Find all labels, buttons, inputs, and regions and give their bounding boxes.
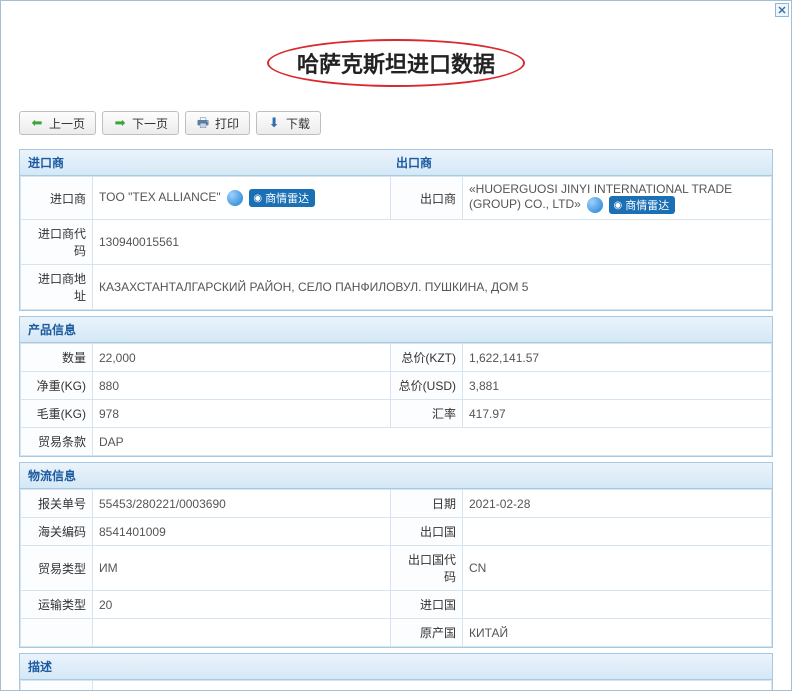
table-row: 进口商 TOO "TEX ALLIANCE" 商情雷达 出口商 «HUOERGU… [21, 177, 772, 220]
label-terms: 贸易条款 [21, 428, 93, 456]
logistics-header: 物流信息 [28, 467, 764, 484]
label-hs-code: 海关编码 [21, 518, 93, 546]
table-row: 净重(KG) 880 总价(USD) 3,881 [21, 372, 772, 400]
globe-icon[interactable] [587, 197, 603, 213]
label-importer: 进口商 [21, 177, 93, 220]
parties-panel-header: 进口商 出口商 [20, 150, 772, 176]
value-transport-type: 20 [93, 591, 391, 619]
label-qty: 数量 [21, 344, 93, 372]
toolbar: ⬅ 上一页 ➡ 下一页 🖶 打印 ⬇ 下载 [19, 111, 773, 135]
label-total-usd: 总价(USD) [391, 372, 463, 400]
table-row: 数量 22,000 总价(KZT) 1,622,141.57 [21, 344, 772, 372]
importer-header: 进口商 [28, 154, 396, 171]
logistics-panel: 物流信息 报关单号 55453/280221/0003690 日期 2021-0… [19, 462, 773, 648]
value-exporter: «HUOERGUOSI JINYI INTERNATIONAL TRADE (G… [463, 177, 772, 220]
table-row: 报关单号 55453/280221/0003690 日期 2021-02-28 [21, 490, 772, 518]
label-prod-desc: 产品描述 [21, 681, 93, 691]
exporter-header: 出口商 [396, 154, 764, 171]
value-trade-type: ИМ [93, 546, 391, 591]
button-label: 打印 [215, 115, 239, 132]
table-row: 原产国 КИТАЙ [21, 619, 772, 647]
table-row: 贸易类型 ИМ 出口国代码 CN [21, 546, 772, 591]
table-row: 进口商代码 130940015561 [21, 220, 772, 265]
detail-window: 哈萨克斯坦进口数据 ⬅ 上一页 ➡ 下一页 🖶 打印 ⬇ 下载 进口商 [0, 0, 792, 691]
label-exporter: 出口商 [391, 177, 463, 220]
description-panel-header: 描述 [20, 654, 772, 680]
parties-table: 进口商 TOO "TEX ALLIANCE" 商情雷达 出口商 «HUOERGU… [20, 176, 772, 310]
table-row: 贸易条款 DAP [21, 428, 772, 456]
close-icon[interactable] [775, 3, 789, 17]
value-total-usd: 3,881 [463, 372, 772, 400]
table-row: 产品描述 Диоды, транзисторы и аналогичные по… [21, 681, 772, 691]
value-importer-code: 130940015561 [93, 220, 772, 265]
radar-badge[interactable]: 商情雷达 [249, 189, 315, 207]
product-header: 产品信息 [28, 321, 764, 338]
value-qty: 22,000 [93, 344, 391, 372]
table-row: 运输类型 20 进口国 [21, 591, 772, 619]
value-export-country-code: CN [463, 546, 772, 591]
value-rate: 417.97 [463, 400, 772, 428]
prev-page-button[interactable]: ⬅ 上一页 [19, 111, 96, 135]
label-origin-country: 原产国 [391, 619, 463, 647]
page-title-wrap: 哈萨克斯坦进口数据 [19, 39, 773, 87]
label-trade-type: 贸易类型 [21, 546, 93, 591]
label-date: 日期 [391, 490, 463, 518]
value-net: 880 [93, 372, 391, 400]
table-row: 进口商地址 КАЗАХСТАНТАЛГАРСКИЙ РАЙОН, СЕЛО ПА… [21, 265, 772, 310]
value-gross: 978 [93, 400, 391, 428]
description-header: 描述 [28, 658, 764, 675]
label-empty [21, 619, 93, 647]
arrow-right-icon: ➡ [113, 116, 127, 130]
value-total-kzt: 1,622,141.57 [463, 344, 772, 372]
table-row: 海关编码 8541401009 出口国 [21, 518, 772, 546]
content-area: 哈萨克斯坦进口数据 ⬅ 上一页 ➡ 下一页 🖶 打印 ⬇ 下载 进口商 [1, 1, 791, 691]
print-button[interactable]: 🖶 打印 [185, 111, 250, 135]
radar-badge[interactable]: 商情雷达 [609, 196, 675, 214]
radar-label: 商情雷达 [625, 197, 669, 213]
label-transport-type: 运输类型 [21, 591, 93, 619]
download-button[interactable]: ⬇ 下载 [256, 111, 321, 135]
parties-panel: 进口商 出口商 进口商 TOO "TEX ALLIANCE" 商情雷达 出口商 … [19, 149, 773, 311]
logistics-panel-header: 物流信息 [20, 463, 772, 489]
value-import-country [463, 591, 772, 619]
importer-name: TOO "TEX ALLIANCE" [99, 190, 221, 204]
value-empty [93, 619, 391, 647]
logistics-table: 报关单号 55453/280221/0003690 日期 2021-02-28 … [20, 489, 772, 647]
description-panel: 描述 产品描述 Диоды, транзисторы и аналогичные… [19, 653, 773, 691]
next-page-button[interactable]: ➡ 下一页 [102, 111, 179, 135]
value-export-country [463, 518, 772, 546]
globe-icon[interactable] [227, 190, 243, 206]
label-import-country: 进口国 [391, 591, 463, 619]
label-total-kzt: 总价(KZT) [391, 344, 463, 372]
button-label: 下一页 [132, 115, 168, 132]
product-panel-header: 产品信息 [20, 317, 772, 343]
download-icon: ⬇ [267, 116, 281, 130]
table-row: 毛重(KG) 978 汇率 417.97 [21, 400, 772, 428]
label-gross: 毛重(KG) [21, 400, 93, 428]
value-importer: TOO "TEX ALLIANCE" 商情雷达 [93, 177, 391, 220]
page-title: 哈萨克斯坦进口数据 [267, 39, 525, 87]
label-rate: 汇率 [391, 400, 463, 428]
description-table: 产品描述 Диоды, транзисторы и аналогичные по… [20, 680, 772, 691]
label-importer-code: 进口商代码 [21, 220, 93, 265]
value-date: 2021-02-28 [463, 490, 772, 518]
value-hs-code: 8541401009 [93, 518, 391, 546]
product-panel: 产品信息 数量 22,000 总价(KZT) 1,622,141.57 净重(K… [19, 316, 773, 457]
value-importer-addr: КАЗАХСТАНТАЛГАРСКИЙ РАЙОН, СЕЛО ПАНФИЛОВ… [93, 265, 772, 310]
label-export-country: 出口国 [391, 518, 463, 546]
value-prod-desc: Диоды, транзисторы и аналогичные полупро… [93, 681, 772, 691]
printer-icon: 🖶 [196, 116, 210, 130]
arrow-left-icon: ⬅ [30, 116, 44, 130]
radar-label: 商情雷达 [265, 190, 309, 206]
value-origin-country: КИТАЙ [463, 619, 772, 647]
label-export-country-code: 出口国代码 [391, 546, 463, 591]
value-terms: DAP [93, 428, 772, 456]
label-importer-addr: 进口商地址 [21, 265, 93, 310]
label-decl-no: 报关单号 [21, 490, 93, 518]
value-decl-no: 55453/280221/0003690 [93, 490, 391, 518]
label-net: 净重(KG) [21, 372, 93, 400]
button-label: 下载 [286, 115, 310, 132]
button-label: 上一页 [49, 115, 85, 132]
product-table: 数量 22,000 总价(KZT) 1,622,141.57 净重(KG) 88… [20, 343, 772, 456]
